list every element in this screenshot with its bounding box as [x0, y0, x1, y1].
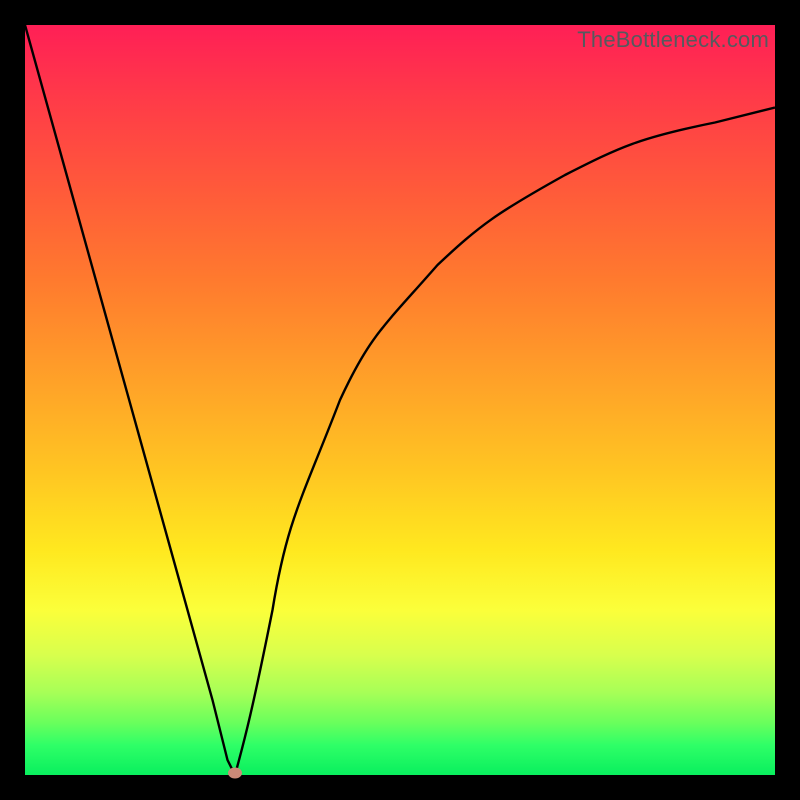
minimum-marker: [228, 768, 242, 779]
chart-frame: TheBottleneck.com: [0, 0, 800, 800]
plot-area: TheBottleneck.com: [25, 25, 775, 775]
bottleneck-curve: [25, 25, 775, 775]
